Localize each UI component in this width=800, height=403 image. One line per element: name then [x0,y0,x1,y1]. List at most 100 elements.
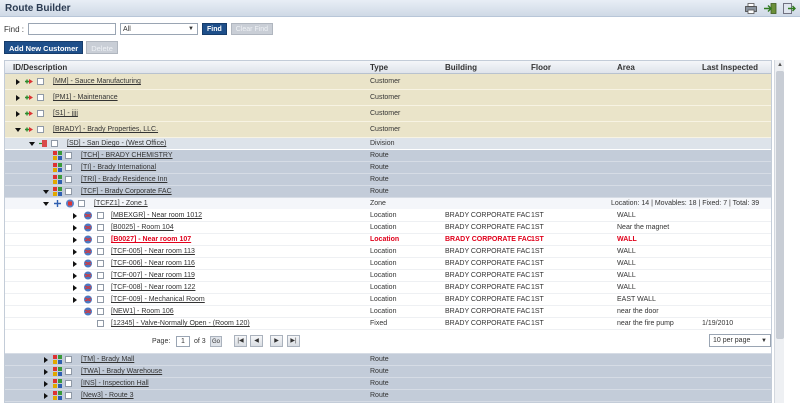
row-checkbox[interactable] [78,200,85,207]
row-checkbox[interactable] [37,78,44,85]
row-id[interactable]: [MBEXGR] - Near room 1012 [111,212,202,219]
row-checkbox[interactable] [97,224,104,231]
row-checkbox[interactable] [97,236,104,243]
row-checkbox[interactable] [97,296,104,303]
table-row[interactable]: [INS] - Inspection Hall Route [5,378,771,390]
row-id[interactable]: [TCF-006] - Near room 116 [111,260,195,267]
row-id[interactable]: [TWA] - Brady Warehouse [81,368,162,375]
expand-icon[interactable] [16,95,20,101]
row-id[interactable]: [SD] - San Diego - (West Office) [67,140,166,147]
find-button[interactable]: Find [202,23,227,35]
table-row[interactable]: [TM] - Brady Mall Route [5,354,771,366]
expand-icon[interactable] [73,297,77,303]
page-input[interactable]: 1 [176,336,190,347]
collapse-icon[interactable] [29,142,35,146]
row-checkbox[interactable] [51,140,58,147]
row-id[interactable]: [NEW1] - Room 106 [111,308,174,315]
first-page-button[interactable]: |◀ [234,335,247,347]
delete-button[interactable]: Delete [86,41,118,54]
row-checkbox[interactable] [97,308,104,315]
table-row[interactable]: [TCF-007] - Near room 119 Location BRADY… [5,270,771,282]
go-button[interactable]: Go [210,336,222,347]
last-page-button[interactable]: ▶| [287,335,300,347]
row-checkbox[interactable] [97,284,104,291]
row-id[interactable]: [TCF-005] - Near room 113 [111,248,195,255]
row-id[interactable]: [B0025] - Room 104 [111,224,174,231]
table-row-highlighted[interactable]: [B0027] - Near room 107 Location BRADY C… [5,234,771,246]
scrollbar-thumb[interactable] [776,71,784,339]
row-id[interactable]: [MM] - Sauce Manufacturing [53,78,141,85]
row-id[interactable]: [12345] - Valve-Normally Open - (Room 12… [111,320,250,327]
add-child-icon[interactable] [24,93,34,102]
table-row[interactable]: [TCF-008] - Near room 122 Location BRADY… [5,282,771,294]
table-row[interactable]: [TI] - Brady International Route [5,162,771,174]
expand-icon[interactable] [73,249,77,255]
table-row[interactable]: [PM1] - Maintenance Customer [5,90,771,106]
row-checkbox[interactable] [65,356,72,363]
next-page-button[interactable]: ▶ [270,335,283,347]
table-row[interactable]: [TCF] - Brady Corporate FAC Route [5,186,771,198]
expand-icon[interactable] [73,213,77,219]
row-checkbox[interactable] [65,392,72,399]
prev-page-button[interactable]: ◀ [250,335,263,347]
export-arrow-icon[interactable] [763,2,777,14]
table-row[interactable]: [MM] - Sauce Manufacturing Customer [5,74,771,90]
row-id[interactable]: [B0027] - Near room 107 [111,236,191,243]
expand-icon[interactable] [73,237,77,243]
row-id[interactable]: [TRI] - Brady Residence Inn [81,176,167,183]
add-child-icon[interactable] [24,109,34,118]
row-id[interactable]: [TCFZ1] - Zone 1 [94,200,148,207]
table-row[interactable]: [TCF-005] - Near room 113 Location BRADY… [5,246,771,258]
expand-icon[interactable] [44,369,48,375]
table-row[interactable]: [S1] - jjjj Customer [5,106,771,122]
find-input[interactable] [28,23,116,35]
table-row[interactable]: [TCF-009] - Mechanical Room Location BRA… [5,294,771,306]
printer-icon[interactable] [744,2,758,14]
row-checkbox[interactable] [97,320,104,327]
expand-icon[interactable] [73,273,77,279]
row-id[interactable]: [TI] - Brady International [81,164,156,171]
expand-icon[interactable] [73,225,77,231]
zone-add-icon[interactable] [53,199,63,208]
row-checkbox[interactable] [65,164,72,171]
row-checkbox[interactable] [65,176,72,183]
row-id[interactable]: [S1] - jjjj [53,110,78,117]
row-id[interactable]: [INS] - Inspection Hall [81,380,149,387]
row-checkbox[interactable] [97,248,104,255]
table-row[interactable]: [MBEXGR] - Near room 1012 Location BRADY… [5,210,771,222]
add-customer-button[interactable]: Add New Customer [4,41,84,54]
table-row[interactable]: [TRI] - Brady Residence Inn Route [5,174,771,186]
row-id[interactable]: [TM] - Brady Mall [81,356,134,363]
find-filter-select[interactable]: All ▼ [120,23,198,35]
table-row[interactable]: [New3] - Route 3 Route [5,390,771,402]
table-row[interactable]: [TWA] - Brady Warehouse Route [5,366,771,378]
row-checkbox[interactable] [37,94,44,101]
scroll-up-icon[interactable]: ▲ [775,60,785,70]
column-header-inspected[interactable]: Last Inspected [702,63,758,72]
table-row[interactable]: [SD] - San Diego - (West Office) Divisio… [5,138,771,150]
expand-icon[interactable] [16,111,20,117]
add-child-icon[interactable] [24,77,34,86]
table-row[interactable]: [TCFZ1] - Zone 1 Zone Location: 14 | Mov… [5,198,771,210]
row-checkbox[interactable] [65,368,72,375]
row-id[interactable]: [TCF-009] - Mechanical Room [111,296,205,303]
per-page-select[interactable]: 10 per page ▼ [709,334,771,347]
table-row[interactable]: [12345] - Valve-Normally Open - (Room 12… [5,318,771,330]
row-id[interactable]: [TCF] - Brady Corporate FAC [81,188,172,195]
row-id[interactable]: [New3] - Route 3 [81,392,134,399]
column-header-id[interactable]: ID/Description [13,63,67,72]
row-checkbox[interactable] [97,212,104,219]
add-child-icon[interactable] [24,125,34,134]
column-header-building[interactable]: Building [445,63,477,72]
column-header-type[interactable]: Type [370,63,388,72]
row-checkbox[interactable] [65,188,72,195]
collapse-icon[interactable] [15,128,21,132]
exit-icon[interactable] [782,2,796,14]
row-checkbox[interactable] [65,380,72,387]
row-id[interactable]: [BRADY] - Brady Properties, LLC. [53,126,158,133]
row-id[interactable]: [TCH] - BRADY CHEMISTRY [81,152,173,159]
expand-icon[interactable] [16,79,20,85]
row-id[interactable]: [TCF-007] - Near room 119 [111,272,195,279]
row-checkbox[interactable] [37,126,44,133]
row-id[interactable]: [TCF-008] - Near room 122 [111,284,195,291]
